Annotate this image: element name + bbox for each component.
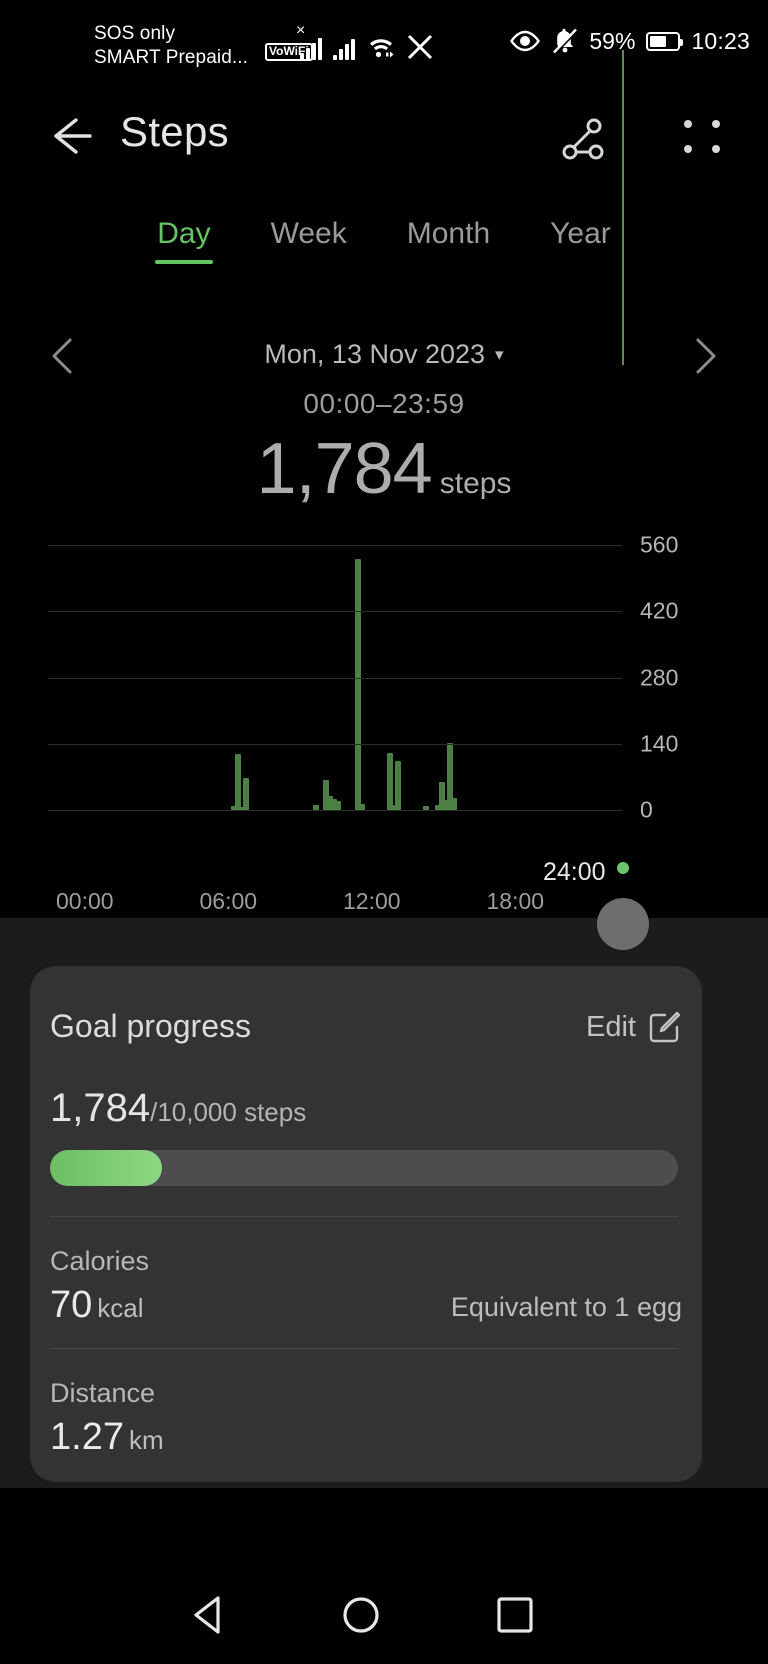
page-title: Steps — [120, 108, 229, 155]
status-icons-group: × — [296, 23, 433, 60]
steps-bar-chart[interactable]: 0 140 280 420 560 — [0, 520, 768, 920]
goal-progress-fill — [50, 1150, 162, 1186]
period-tabs: Day Week Month Year — [0, 212, 768, 282]
distance-unit: km — [128, 1425, 164, 1455]
system-nav-bar — [0, 1564, 768, 1664]
gridline — [48, 677, 622, 679]
date-label-text: Mon, 13 Nov 2023 — [264, 339, 486, 369]
chart-marker-label: 24:00 — [543, 858, 606, 886]
edit-label: Edit — [586, 1010, 636, 1043]
gridline — [48, 743, 622, 745]
nav-back-triangle-icon[interactable] — [186, 1592, 232, 1638]
distance-value: 1.27 — [50, 1416, 124, 1458]
grid-menu-icon[interactable] — [684, 120, 724, 156]
battery-icon — [646, 31, 684, 51]
carrier-line-2: SMART Prepaid... — [94, 47, 249, 68]
calories-unit: kcal — [97, 1293, 144, 1323]
status-right-group: 59% 10:23 — [509, 27, 750, 55]
back-arrow-icon[interactable] — [44, 110, 96, 162]
battery-percent-label: 59% — [589, 27, 636, 54]
distance-label: Distance — [50, 1378, 156, 1408]
goal-progress-title: Goal progress — [50, 1008, 251, 1044]
nav-home-circle-icon[interactable] — [338, 1592, 384, 1638]
chart-bar — [386, 753, 393, 810]
goal-target-steps: /10,000 steps — [150, 1097, 307, 1127]
tab-month[interactable]: Month — [377, 212, 520, 256]
eye-comfort-icon — [510, 30, 541, 52]
app-bar: Steps — [0, 86, 768, 186]
chart-bar — [394, 760, 401, 810]
signal-no-service-icon: × — [296, 23, 322, 60]
wifi-icon — [370, 39, 394, 58]
goal-progress-bar — [50, 1150, 678, 1186]
calories-label: Calories — [50, 1246, 150, 1276]
distance-value-group: 1.27 km — [50, 1416, 164, 1459]
y-axis-tick-label: 140 — [640, 730, 679, 757]
x-axis-tick-label: 18:00 — [486, 888, 545, 914]
y-axis-tick-label: 280 — [640, 664, 679, 690]
calories-equivalent-note: Equivalent to 1 egg — [450, 1292, 682, 1322]
calories-value-group: 70 kcal — [50, 1284, 144, 1327]
chart-bar — [235, 754, 242, 810]
carrier-line-1: SOS only — [94, 23, 176, 44]
y-axis-tick-label: 420 — [640, 597, 679, 624]
gridline — [48, 810, 622, 811]
tab-week[interactable]: Week — [241, 212, 377, 256]
nav-recent-square-icon[interactable] — [492, 1592, 538, 1638]
x-axis-tick-label: 06:00 — [199, 888, 258, 914]
carrier-text: SOS only SMART Prepaid... — [94, 22, 248, 70]
signal-bars-icon — [333, 36, 355, 60]
chart-bar — [243, 777, 250, 810]
chart-bar — [450, 797, 457, 810]
divider-2 — [50, 1348, 678, 1349]
status-bar: SOS only SMART Prepaid... VoWiFi × 59% 1… — [0, 0, 768, 86]
bell-off-icon — [553, 28, 579, 55]
chevron-right-icon[interactable] — [680, 332, 728, 380]
tab-day[interactable]: Day — [127, 212, 240, 256]
clock-label: 10:23 — [691, 27, 750, 54]
total-steps-value: 1,784 — [256, 429, 433, 509]
date-navigator: Mon, 13 Nov 2023 ▾ — [0, 330, 768, 382]
chevron-down-icon: ▾ — [495, 345, 504, 364]
edit-pencil-icon — [649, 1011, 681, 1043]
x-axis-tick-label: 12:00 — [343, 888, 401, 914]
time-range-label: 00:00–23:59 — [303, 388, 465, 419]
share-icon[interactable] — [556, 112, 608, 164]
chart-marker-dot — [617, 862, 629, 874]
sheet-handle[interactable] — [597, 898, 649, 950]
divider-1 — [50, 1216, 678, 1217]
x-axis-tick-label: 00:00 — [56, 888, 114, 914]
goal-steps-summary: 1,784/10,000 steps — [50, 1086, 306, 1131]
total-steps: 1,784 steps — [0, 428, 768, 510]
goal-progress-card: Goal progress Edit 1,784/10,000 steps Ca… — [30, 966, 702, 1482]
date-picker[interactable]: Mon, 13 Nov 2023 ▾ — [0, 339, 768, 370]
x-app-icon — [407, 34, 433, 60]
edit-goal-button[interactable]: Edit — [586, 1010, 682, 1044]
calories-value: 70 — [50, 1284, 93, 1326]
total-steps-unit: steps — [439, 467, 512, 500]
gridline — [48, 545, 622, 546]
y-axis-tick-label: 0 — [640, 796, 653, 823]
chart-marker-line — [622, 50, 624, 365]
gridline — [48, 611, 622, 613]
y-axis-tick-label: 560 — [640, 531, 679, 558]
goal-current-steps: 1,784 — [50, 1086, 151, 1130]
chart-bar — [335, 801, 341, 810]
chart-bar — [354, 559, 361, 810]
